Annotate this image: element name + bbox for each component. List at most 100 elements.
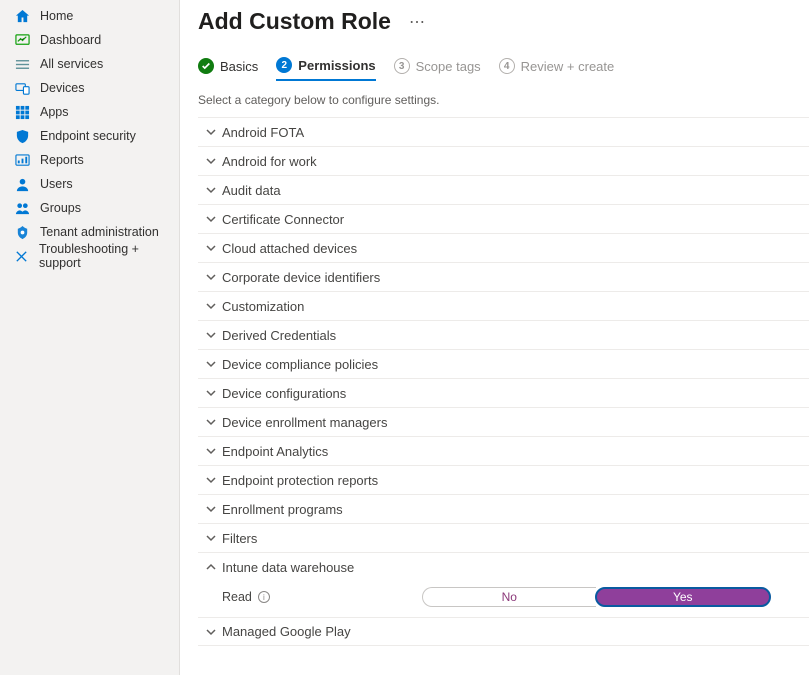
chevron-down-icon: [200, 330, 222, 340]
category-row[interactable]: Endpoint protection reports: [198, 465, 809, 494]
nav-home[interactable]: Home: [0, 4, 179, 28]
nav-devices[interactable]: Devices: [0, 76, 179, 100]
permission-row: ReadiNoYes: [198, 581, 809, 617]
category-label: Corporate device identifiers: [222, 270, 380, 285]
category-row[interactable]: Device configurations: [198, 378, 809, 407]
group-icon: [14, 200, 30, 216]
category-label: Endpoint Analytics: [222, 444, 328, 459]
chevron-down-icon: [200, 446, 222, 456]
more-actions-button[interactable]: ⋯: [403, 10, 431, 34]
nav-users[interactable]: Users: [0, 172, 179, 196]
chevron-down-icon: [200, 627, 222, 637]
nav-label: Reports: [40, 153, 84, 167]
category-label: Filters: [222, 531, 257, 546]
nav-label: Users: [40, 177, 73, 191]
home-icon: [14, 8, 30, 24]
category-label: Certificate Connector: [222, 212, 344, 227]
category-row[interactable]: Cloud attached devices: [198, 233, 809, 262]
nav-groups[interactable]: Groups: [0, 196, 179, 220]
step-label: Scope tags: [416, 59, 481, 74]
permission-label: Readi: [222, 590, 422, 604]
nav-label: Devices: [40, 81, 84, 95]
nav-tenant-admin[interactable]: Tenant administration: [0, 220, 179, 244]
category-row[interactable]: Device compliance policies: [198, 349, 809, 378]
toggle-yes[interactable]: Yes: [595, 587, 772, 607]
list-icon: [14, 56, 30, 72]
shield-icon: [14, 128, 30, 144]
helper-text: Select a category below to configure set…: [198, 93, 809, 107]
nav-label: Dashboard: [40, 33, 101, 47]
chevron-down-icon: [200, 214, 222, 224]
step-number-badge: 4: [499, 58, 515, 74]
category-row[interactable]: Intune data warehouse: [198, 552, 809, 581]
chevron-down-icon: [200, 127, 222, 137]
page-title: Add Custom Role: [198, 8, 391, 35]
devices-icon: [14, 80, 30, 96]
category-row[interactable]: Corporate device identifiers: [198, 262, 809, 291]
toggle-no[interactable]: No: [422, 587, 596, 607]
chevron-down-icon: [200, 388, 222, 398]
category-row[interactable]: Managed Google Play: [198, 617, 809, 646]
nav-label: Home: [40, 9, 73, 23]
step-label: Basics: [220, 59, 258, 74]
tenant-icon: [14, 224, 30, 240]
nav-label: Groups: [40, 201, 81, 215]
category-label: Endpoint protection reports: [222, 473, 378, 488]
category-row[interactable]: Enrollment programs: [198, 494, 809, 523]
category-row[interactable]: Android for work: [198, 146, 809, 175]
category-row[interactable]: Certificate Connector: [198, 204, 809, 233]
info-icon[interactable]: i: [258, 591, 270, 603]
chevron-down-icon: [200, 359, 222, 369]
category-row[interactable]: Derived Credentials: [198, 320, 809, 349]
category-label: Android FOTA: [222, 125, 304, 140]
chevron-down-icon: [200, 243, 222, 253]
step-number-badge: 3: [394, 58, 410, 74]
category-row[interactable]: Device enrollment managers: [198, 407, 809, 436]
category-label: Device configurations: [222, 386, 346, 401]
category-label: Enrollment programs: [222, 502, 343, 517]
step-basics[interactable]: Basics: [198, 58, 258, 80]
category-label: Intune data warehouse: [222, 560, 354, 575]
chevron-down-icon: [200, 533, 222, 543]
wizard-steps: Basics 2 Permissions 3 Scope tags 4 Revi…: [198, 57, 809, 81]
nav-reports[interactable]: Reports: [0, 148, 179, 172]
step-label: Review + create: [521, 59, 615, 74]
chevron-down-icon: [200, 301, 222, 311]
nav-troubleshooting[interactable]: Troubleshooting + support: [0, 244, 179, 268]
step-scope-tags[interactable]: 3 Scope tags: [394, 58, 481, 80]
dashboard-icon: [14, 32, 30, 48]
category-label: Device enrollment managers: [222, 415, 387, 430]
category-row[interactable]: Endpoint Analytics: [198, 436, 809, 465]
category-row[interactable]: Android FOTA: [198, 117, 809, 146]
permission-toggle: NoYes: [422, 587, 772, 607]
chevron-down-icon: [200, 417, 222, 427]
category-label: Android for work: [222, 154, 317, 169]
sidebar: Home Dashboard All services Devices Apps…: [0, 0, 180, 675]
category-label: Audit data: [222, 183, 281, 198]
step-permissions[interactable]: 2 Permissions: [276, 57, 375, 81]
category-row[interactable]: Audit data: [198, 175, 809, 204]
chevron-up-icon: [200, 562, 222, 572]
chevron-down-icon: [200, 504, 222, 514]
chevron-down-icon: [200, 156, 222, 166]
category-label: Customization: [222, 299, 304, 314]
nav-endpoint-security[interactable]: Endpoint security: [0, 124, 179, 148]
chevron-down-icon: [200, 185, 222, 195]
main-content: Add Custom Role ⋯ Basics 2 Permissions 3…: [180, 0, 809, 675]
nav-label: Endpoint security: [40, 129, 136, 143]
step-label: Permissions: [298, 58, 375, 73]
user-icon: [14, 176, 30, 192]
nav-all-services[interactable]: All services: [0, 52, 179, 76]
nav-apps[interactable]: Apps: [0, 100, 179, 124]
category-list: Android FOTA Android for work Audit data Ce…: [198, 117, 809, 646]
step-review[interactable]: 4 Review + create: [499, 58, 615, 80]
step-number-badge: 2: [276, 57, 292, 73]
tools-icon: [14, 248, 29, 264]
category-label: Cloud attached devices: [222, 241, 357, 256]
reports-icon: [14, 152, 30, 168]
nav-dashboard[interactable]: Dashboard: [0, 28, 179, 52]
category-row[interactable]: Customization: [198, 291, 809, 320]
category-row[interactable]: Filters: [198, 523, 809, 552]
nav-label: All services: [40, 57, 103, 71]
nav-label: Troubleshooting + support: [39, 242, 171, 270]
